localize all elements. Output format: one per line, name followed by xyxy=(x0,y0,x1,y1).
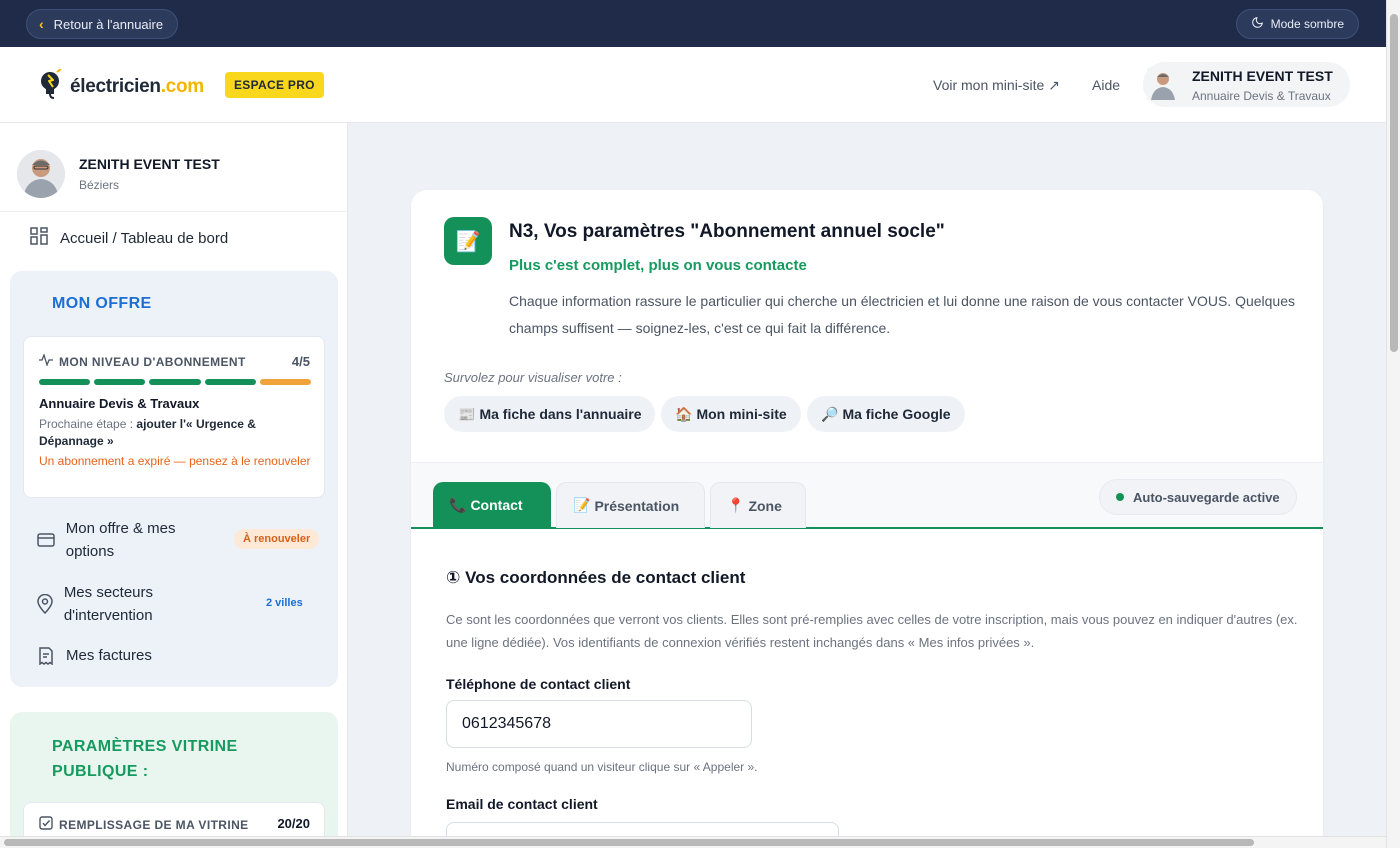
house-icon: 🏠 xyxy=(675,405,693,422)
horizontal-scrollbar[interactable] xyxy=(0,836,1386,848)
cities-count-badge: 2 villes xyxy=(266,597,303,609)
level-segment xyxy=(259,379,312,385)
phone-field-label: Téléphone de contact client xyxy=(446,676,631,692)
current-plan-name: Annuaire Devis & Travaux xyxy=(39,396,200,411)
phone-icon: 📞 xyxy=(449,496,467,513)
tab-label: Zone xyxy=(748,497,782,514)
tab-presentation[interactable]: 📝 Présentation xyxy=(556,482,705,528)
memo-icon: 📝 xyxy=(444,217,492,265)
checkbox-check-icon xyxy=(39,816,53,833)
sidebar: ZENITH EVENT TEST Béziers Accueil / Tabl… xyxy=(0,123,348,836)
help-link[interactable]: Aide xyxy=(1092,77,1120,93)
sidebar-item-sectors[interactable]: Mes secteurs d'intervention xyxy=(36,581,226,627)
dark-mode-label: Mode sombre xyxy=(1270,17,1344,31)
showcase-fill-label: REMPLISSAGE DE MA VITRINE xyxy=(59,817,249,832)
pro-space-badge: ESPACE PRO xyxy=(225,72,324,98)
back-label: Retour à l'annuaire xyxy=(53,16,164,32)
back-to-directory-button[interactable]: ‹ Retour à l'annuaire xyxy=(26,9,179,39)
sidebar-profile: ZENITH EVENT TEST Béziers xyxy=(0,123,347,212)
bulb-plug-icon xyxy=(38,68,64,104)
button-label: Ma fiche dans l'annuaire xyxy=(479,406,642,422)
horizontal-scrollbar-thumb[interactable] xyxy=(4,839,1254,846)
chevron-left-icon: ‹ xyxy=(39,16,44,32)
level-segment xyxy=(204,379,256,385)
preview-directory-listing-button[interactable]: 📰 Ma fiche dans l'annuaire xyxy=(444,396,656,432)
user-menu[interactable]: ZENITH EVENT TEST Annuaire Devis & Trava… xyxy=(1143,62,1350,107)
page-title: N3, Vos paramètres "Abonnement annuel so… xyxy=(509,221,945,242)
subscription-level-count: 4/5 xyxy=(291,354,310,369)
tab-label: Contact xyxy=(470,497,523,513)
map-pin-icon xyxy=(36,594,54,614)
dashboard-grid-icon xyxy=(30,227,48,249)
sidebar-item-dashboard[interactable]: Accueil / Tableau de bord xyxy=(30,227,228,249)
email-field-label: Email de contact client xyxy=(446,796,598,812)
level-segment xyxy=(94,379,146,385)
view-mini-site-link[interactable]: Voir mon mini-site ↗ xyxy=(933,77,1060,94)
page-subtitle: Plus c'est complet, plus on vous contact… xyxy=(509,257,807,274)
preview-google-listing-button[interactable]: 🔎 Ma fiche Google xyxy=(807,396,965,432)
logo[interactable]: électricien.com xyxy=(38,68,204,104)
user-plan: Annuaire Devis & Travaux xyxy=(1192,89,1331,103)
showcase-fill-count: 20/20 xyxy=(277,816,310,831)
sidebar-item-label: Mon offre & mes options xyxy=(65,520,176,560)
showcase-fill-header: REMPLISSAGE DE MA VITRINE xyxy=(39,816,249,833)
tab-zone[interactable]: 📍 Zone xyxy=(710,482,806,528)
credit-card-icon xyxy=(36,533,56,547)
logo-text: électricien.com xyxy=(70,75,204,97)
user-name: ZENITH EVENT TEST xyxy=(1192,68,1333,84)
phone-field-help: Numéro composé quand un visiteur clique … xyxy=(446,760,758,774)
avatar xyxy=(17,150,65,198)
tab-contact[interactable]: 📞 Contact xyxy=(433,482,551,528)
section-title: PARAMÈTRES VITRINE PUBLIQUE : xyxy=(52,738,238,780)
my-offer-section: MON OFFRE MON NIVEAU D'ABONNEMENT 4/5 An… xyxy=(10,271,338,687)
top-bar: ‹ Retour à l'annuaire Mode sombre xyxy=(0,0,1386,47)
sidebar-item-label: Mes secteurs d'intervention xyxy=(63,584,154,624)
expired-warning: Un abonnement a expiré — pensez à le ren… xyxy=(39,454,311,468)
profile-name: ZENITH EVENT TEST xyxy=(79,156,220,172)
section-title: MON OFFRE xyxy=(52,295,152,312)
button-label: Mon mini-site xyxy=(696,406,787,422)
dark-mode-button[interactable]: Mode sombre xyxy=(1235,9,1359,39)
section-heading: ① Vos coordonnées de contact client xyxy=(446,568,746,587)
settings-card: 📝 N3, Vos paramètres "Abonnement annuel … xyxy=(411,190,1323,848)
sidebar-item-label: Mes factures xyxy=(66,647,152,664)
avatar xyxy=(1147,68,1179,100)
showcase-fill-card: REMPLISSAGE DE MA VITRINE 20/20 xyxy=(23,802,325,836)
subscription-level-header: MON NIVEAU D'ABONNEMENT xyxy=(39,353,246,369)
vertical-scrollbar[interactable] xyxy=(1386,0,1400,848)
preview-mini-site-button[interactable]: 🏠 Mon mini-site xyxy=(661,396,801,432)
magnifier-icon: 🔎 xyxy=(821,405,839,422)
site-header: électricien.com ESPACE PRO Voir mon mini… xyxy=(0,47,1386,123)
button-label: Ma fiche Google xyxy=(842,406,951,422)
sidebar-item-label: Accueil / Tableau de bord xyxy=(60,229,229,247)
level-segment xyxy=(39,379,91,385)
memo-icon: 📝 xyxy=(573,497,591,513)
sidebar-item-offer-options[interactable]: Mon offre & mes options xyxy=(36,517,226,563)
invoice-icon xyxy=(36,646,56,665)
section-description: Ce sont les coordonnées que verront vos … xyxy=(446,612,1298,650)
newspaper-icon: 📰 xyxy=(458,405,476,422)
hover-hint: Survolez pour visualiser votre : xyxy=(444,370,622,385)
profile-city: Béziers xyxy=(79,178,120,192)
subscription-level-label: MON NIVEAU D'ABONNEMENT xyxy=(59,354,246,369)
autosave-status: Auto-sauvegarde active xyxy=(1099,479,1297,515)
tab-label: Présentation xyxy=(594,497,680,514)
autosave-label: Auto-sauvegarde active xyxy=(1133,489,1280,505)
subscription-level-progress xyxy=(39,379,312,385)
public-showcase-section: PARAMÈTRES VITRINE PUBLIQUE : REMPLISSAG… xyxy=(10,712,338,836)
renew-badge: À renouveler xyxy=(234,529,320,549)
sidebar-item-invoices[interactable]: Mes factures xyxy=(36,644,152,667)
moon-icon xyxy=(1251,16,1264,32)
subscription-level-card: MON NIVEAU D'ABONNEMENT 4/5 Annuaire Dev… xyxy=(23,336,325,498)
next-step-text: Prochaine étape : ajouter l'« Urgence & … xyxy=(39,417,256,448)
activity-icon xyxy=(39,353,53,369)
vertical-scrollbar-thumb[interactable] xyxy=(1390,14,1398,352)
pin-icon: 📍 xyxy=(727,497,745,513)
page-description: Chaque information rassure le particulie… xyxy=(509,293,1295,336)
status-dot-icon xyxy=(1116,493,1124,501)
phone-field[interactable]: 0612345678 xyxy=(446,700,752,748)
level-segment xyxy=(149,379,201,385)
